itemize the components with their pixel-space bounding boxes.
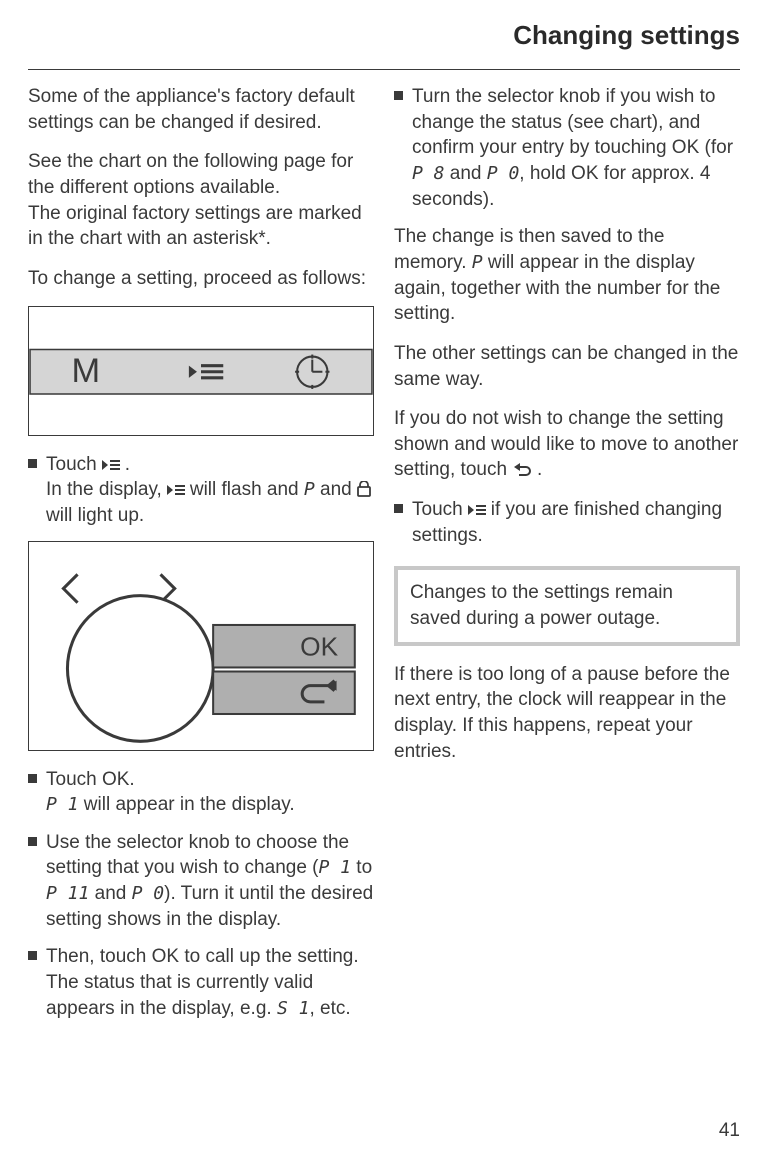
ok-label: OK <box>300 631 338 661</box>
bullet-square-icon <box>394 84 412 212</box>
code-P0: P 0 <box>132 883 165 904</box>
t: to <box>351 857 372 878</box>
t: and <box>445 163 487 184</box>
intro-p2: See the chart on the following page for … <box>28 149 374 252</box>
figure-display-panel: M <box>28 306 374 436</box>
right-column: Turn the selector knob if you wish to ch… <box>394 84 740 1033</box>
code-P1: P 1 <box>46 794 79 815</box>
t: and <box>89 883 131 904</box>
bullet-square-icon <box>28 944 46 1021</box>
t: Turn the selector knob if you wish to ch… <box>412 86 733 158</box>
step-text: Then, touch OK to call up the setting. T… <box>46 944 374 1021</box>
step-text: Use the selector knob to choose the sett… <box>46 830 374 933</box>
bullet-square-icon <box>28 830 46 933</box>
note-box: Changes to the settings remain saved dur… <box>394 566 740 645</box>
t: Use the selector knob to choose the sett… <box>46 832 349 879</box>
intro-p2a: See the chart on the following page for … <box>28 151 353 198</box>
t: Touch <box>46 454 102 475</box>
intro-p2b: The original factory settings are marked… <box>28 203 362 250</box>
pause-note: If there is too long of a pause before t… <box>394 662 740 765</box>
code-S1: S 1 <box>277 998 310 1019</box>
settings-icon <box>468 500 491 519</box>
t: will light up. <box>46 505 144 526</box>
bullet-square-icon <box>394 497 412 548</box>
intro-p3: To change a setting, proceed as follows: <box>28 266 374 292</box>
page-title: Changing settings <box>28 18 740 59</box>
move-another: If you do not wish to change the setting… <box>394 406 740 483</box>
step-text: Turn the selector knob if you wish to ch… <box>412 84 740 212</box>
step-text: Touch . In the display, will flash and P… <box>46 452 374 529</box>
figure-selector-knob: OK <box>28 541 374 751</box>
step-touch-ok: Touch OK. P 1 will appear in the display… <box>28 767 374 818</box>
code-P8: P 8 <box>412 163 445 184</box>
t: Touch OK. <box>46 769 135 790</box>
step-touch-settings: Touch . In the display, will flash and P… <box>28 452 374 529</box>
left-column: Some of the appliance's factory default … <box>28 84 374 1033</box>
code-P: P <box>472 252 483 273</box>
t: , etc. <box>309 998 350 1019</box>
settings-icon <box>102 455 125 474</box>
header-rule <box>28 69 740 70</box>
lock-icon <box>357 480 371 499</box>
step-text: Touch OK. P 1 will appear in the display… <box>46 767 374 818</box>
step-callup-setting: Then, touch OK to call up the setting. T… <box>28 944 374 1021</box>
back-icon <box>512 460 537 479</box>
step-text: Touch if you are finished changing setti… <box>412 497 740 548</box>
t: In the display, <box>46 479 167 500</box>
t: and <box>315 479 357 500</box>
other-settings: The other settings can be changed in the… <box>394 341 740 392</box>
settings-icon <box>167 480 190 499</box>
t: . <box>125 454 130 475</box>
step-turn-knob: Turn the selector knob if you wish to ch… <box>394 84 740 212</box>
page-number: 41 <box>719 1118 740 1144</box>
two-column-layout: Some of the appliance's factory default … <box>28 84 740 1033</box>
intro-p1: Some of the appliance's factory default … <box>28 84 374 135</box>
t: If you do not wish to change the setting… <box>394 408 738 480</box>
t: will appear in the display. <box>79 794 295 815</box>
bullet-square-icon <box>28 452 46 529</box>
step-choose-setting: Use the selector knob to choose the sett… <box>28 830 374 933</box>
code-P0: P 0 <box>487 163 520 184</box>
code-P11: P 11 <box>46 883 89 904</box>
saved-memory: The change is then saved to the memory. … <box>394 224 740 327</box>
code-P: P <box>304 479 315 500</box>
display-M-label: M <box>72 351 101 389</box>
t: . <box>537 459 542 480</box>
t: will flash and <box>190 479 304 500</box>
bullet-square-icon <box>28 767 46 818</box>
t: Touch <box>412 499 468 520</box>
step-finished: Touch if you are finished changing setti… <box>394 497 740 548</box>
code-P1: P 1 <box>319 857 352 878</box>
